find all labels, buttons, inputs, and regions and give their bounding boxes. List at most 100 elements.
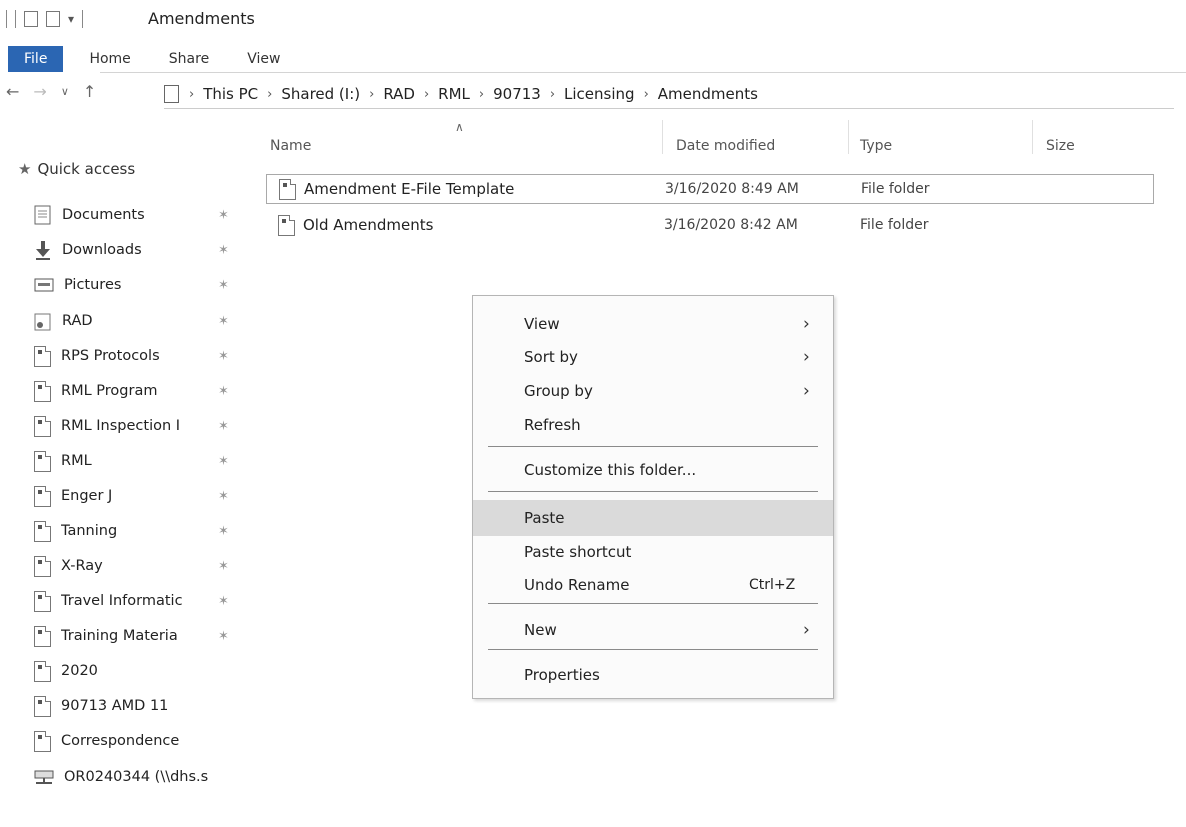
tab-view[interactable]: View: [233, 46, 294, 72]
pin-icon[interactable]: ✶: [218, 278, 229, 293]
breadcrumb-rml[interactable]: RML: [438, 85, 470, 103]
column-header-size[interactable]: Size: [1046, 138, 1075, 154]
sidebar-item-rml-inspection[interactable]: RML Inspection I ✶: [34, 411, 244, 441]
file-date: 3/16/2020 8:49 AM: [665, 181, 799, 197]
file-row[interactable]: Old Amendments 3/16/2020 8:42 AM File fo…: [266, 210, 1154, 240]
menu-item-label: Paste: [524, 509, 565, 527]
tab-home[interactable]: Home: [75, 46, 144, 72]
quick-access[interactable]: ★ Quick access: [18, 160, 135, 178]
menu-item-properties[interactable]: Properties: [473, 659, 833, 691]
sidebar-item-rml-program[interactable]: RML Program ✶: [34, 376, 244, 406]
pin-icon[interactable]: ✶: [218, 349, 229, 364]
breadcrumb-chevron-icon[interactable]: ›: [424, 87, 429, 102]
pin-icon[interactable]: ✶: [218, 419, 229, 434]
file-name: Old Amendments: [303, 216, 434, 234]
pin-icon[interactable]: ✶: [218, 454, 229, 469]
file-type: File folder: [861, 181, 930, 197]
ribbon-divider: [100, 72, 1186, 73]
menu-item-sort-by[interactable]: Sort by ›: [473, 341, 833, 373]
menu-item-label: Paste shortcut: [524, 543, 632, 561]
tab-share[interactable]: Share: [155, 46, 223, 72]
sidebar-item-rml[interactable]: RML ✶: [34, 446, 244, 476]
breadcrumb-chevron-icon[interactable]: ›: [189, 87, 194, 102]
download-arrow-icon: [36, 241, 50, 260]
pin-icon[interactable]: ✶: [218, 243, 229, 258]
sidebar-item-correspondence[interactable]: Correspondence: [34, 726, 244, 756]
folder-icon: [34, 380, 51, 402]
sidebar-item-tanning[interactable]: Tanning ✶: [34, 516, 244, 546]
sidebar-item-label: RML Program: [61, 383, 158, 399]
sidebar-item-90713-amd-11[interactable]: 90713 AMD 11: [34, 691, 244, 721]
menu-item-group-by[interactable]: Group by ›: [473, 375, 833, 407]
breadcrumb-this-pc[interactable]: This PC: [203, 85, 258, 103]
breadcrumb-rad[interactable]: RAD: [383, 85, 415, 103]
sidebar-item-label: OR0240344 (\\dhs.s: [64, 769, 209, 785]
breadcrumb-chevron-icon[interactable]: ›: [267, 87, 272, 102]
sidebar-item-rps-protocols[interactable]: RPS Protocols ✶: [34, 341, 244, 371]
column-header-name[interactable]: Name: [270, 138, 311, 154]
breadcrumb-licensing[interactable]: Licensing: [564, 85, 635, 103]
breadcrumb-90713[interactable]: 90713: [493, 85, 541, 103]
sidebar-item-label: Enger J: [61, 488, 113, 504]
pin-icon[interactable]: ✶: [218, 524, 229, 539]
sidebar-item-enger-j[interactable]: Enger J ✶: [34, 481, 244, 511]
sidebar-item-x-ray[interactable]: X-Ray ✶: [34, 551, 244, 581]
file-row[interactable]: Amendment E-File Template 3/16/2020 8:49…: [266, 174, 1154, 204]
pin-icon[interactable]: ✶: [218, 559, 229, 574]
breadcrumb-chevron-icon[interactable]: ›: [550, 87, 555, 102]
column-header-type[interactable]: Type: [860, 138, 892, 154]
recent-locations-chevron-icon[interactable]: ∨: [61, 85, 69, 98]
sidebar-item-network-drive[interactable]: OR0240344 (\\dhs.s: [34, 762, 244, 792]
pin-icon[interactable]: ✶: [218, 208, 229, 223]
chevron-right-icon: ›: [803, 381, 810, 401]
column-header-date[interactable]: Date modified: [676, 138, 775, 154]
menu-item-paste[interactable]: Paste: [473, 500, 833, 536]
sidebar-item-label: RAD: [62, 313, 93, 329]
breadcrumb-chevron-icon[interactable]: ›: [369, 87, 374, 102]
menu-item-customize-folder[interactable]: Customize this folder...: [473, 454, 833, 486]
pictures-icon: [34, 278, 54, 292]
properties-icon[interactable]: [24, 11, 38, 27]
customize-toolbar-chevron-icon[interactable]: ▾: [68, 12, 74, 26]
folder-icon: [34, 555, 51, 577]
chevron-right-icon: ›: [803, 347, 810, 367]
pin-icon[interactable]: ✶: [218, 629, 229, 644]
pin-icon[interactable]: ✶: [218, 314, 229, 329]
breadcrumb-shared[interactable]: Shared (I:): [281, 85, 360, 103]
column-divider[interactable]: [848, 120, 849, 154]
menu-item-new[interactable]: New ›: [473, 614, 833, 646]
breadcrumb-amendments[interactable]: Amendments: [658, 85, 758, 103]
up-arrow-icon[interactable]: ↑: [83, 82, 96, 101]
menu-item-refresh[interactable]: Refresh: [473, 409, 833, 441]
pin-icon[interactable]: ✶: [218, 489, 229, 504]
forward-arrow-icon[interactable]: →: [33, 82, 46, 101]
sidebar-item-rad[interactable]: RAD ✶: [34, 306, 244, 336]
menu-item-paste-shortcut[interactable]: Paste shortcut: [473, 536, 833, 568]
column-divider[interactable]: [662, 120, 663, 154]
back-arrow-icon[interactable]: ←: [6, 82, 19, 101]
pin-icon[interactable]: ✶: [218, 384, 229, 399]
pin-icon[interactable]: ✶: [218, 594, 229, 609]
menu-item-label: New: [524, 621, 557, 639]
sidebar-item-downloads[interactable]: Downloads ✶: [34, 235, 244, 265]
new-folder-icon[interactable]: [46, 11, 60, 27]
menu-item-undo-rename[interactable]: Undo Rename Ctrl+Z: [473, 569, 833, 601]
quick-access-toolbar: ▾: [6, 10, 84, 28]
breadcrumb-chevron-icon[interactable]: ›: [644, 87, 649, 102]
sidebar-item-pictures[interactable]: Pictures ✶: [34, 270, 244, 300]
tab-file[interactable]: File: [8, 46, 64, 72]
folder-icon: [279, 178, 296, 200]
menu-item-label: Sort by: [524, 348, 578, 366]
column-divider[interactable]: [1032, 120, 1033, 154]
file-type: File folder: [860, 217, 929, 233]
sidebar-item-2020[interactable]: 2020: [34, 656, 244, 686]
toolbar-divider: [15, 10, 16, 28]
sidebar-item-label: RML Inspection I: [61, 418, 181, 434]
menu-item-view[interactable]: View ›: [473, 308, 833, 340]
sidebar-item-documents[interactable]: Documents ✶: [34, 200, 244, 230]
sidebar-item-travel-information[interactable]: Travel Informatic ✶: [34, 586, 244, 616]
address-bar[interactable]: › This PC › Shared (I:) › RAD › RML › 90…: [164, 80, 1174, 109]
breadcrumb-chevron-icon[interactable]: ›: [479, 87, 484, 102]
sidebar-item-training-materials[interactable]: Training Materia ✶: [34, 621, 244, 651]
folder-icon: [34, 590, 51, 612]
